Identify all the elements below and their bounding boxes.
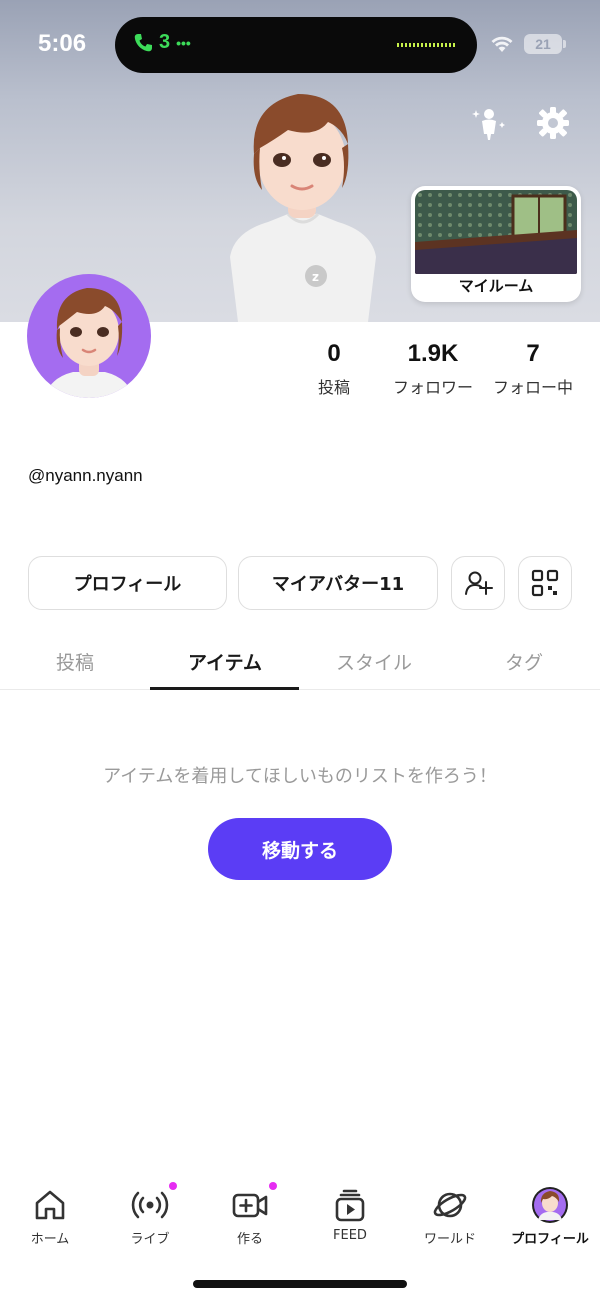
dynamic-island[interactable]: 3 ••• bbox=[115, 17, 477, 73]
stat-followers[interactable]: 1.9K フォロワー bbox=[382, 340, 484, 398]
nav-world-label: ワールド bbox=[423, 1232, 476, 1247]
tab-style[interactable]: スタイル bbox=[299, 648, 449, 675]
create-notification-dot bbox=[269, 1182, 277, 1190]
create-video-icon bbox=[232, 1193, 268, 1218]
call-dots: ••• bbox=[176, 34, 191, 51]
nav-home-label: ホーム bbox=[30, 1232, 70, 1247]
nav-world[interactable]: ワールド bbox=[400, 1176, 500, 1247]
stat-followers-label: フォロワー bbox=[392, 378, 473, 397]
nav-profile-label: プロフィール bbox=[511, 1232, 589, 1247]
profile-button[interactable]: プロフィール bbox=[28, 556, 227, 610]
my-avatar-button[interactable]: マイアバター11 bbox=[238, 556, 438, 610]
profile-tabs: 投稿 アイテム スタイル タグ bbox=[0, 630, 600, 690]
qr-code-icon bbox=[531, 569, 559, 597]
gear-icon[interactable] bbox=[534, 104, 572, 142]
feed-icon bbox=[335, 1189, 365, 1222]
qr-code-button[interactable] bbox=[518, 556, 572, 610]
live-notification-dot bbox=[169, 1182, 177, 1190]
call-count: 3 bbox=[159, 31, 171, 53]
profile-avatar[interactable] bbox=[27, 274, 151, 398]
nav-home[interactable]: ホーム bbox=[0, 1176, 100, 1247]
add-friend-icon bbox=[465, 571, 493, 595]
my-room-label: マイルーム bbox=[458, 277, 534, 295]
nav-feed-label: FEED bbox=[333, 1228, 367, 1243]
tab-tags[interactable]: タグ bbox=[449, 648, 599, 675]
move-button[interactable]: 移動する bbox=[208, 818, 392, 880]
stat-following[interactable]: 7 フォロー中 bbox=[486, 340, 580, 398]
stat-following-value: 7 bbox=[526, 340, 540, 367]
call-indicator: 3 ••• bbox=[133, 31, 191, 54]
stat-posts-value: 0 bbox=[327, 340, 341, 367]
active-tab-indicator bbox=[150, 687, 299, 690]
username: @nyann.nyann bbox=[28, 466, 143, 485]
nav-feed[interactable]: FEED bbox=[300, 1176, 400, 1243]
battery-indicator: 21 bbox=[524, 34, 566, 54]
my-room-card[interactable]: マイルーム bbox=[411, 186, 581, 302]
nav-live-label: ライブ bbox=[130, 1232, 170, 1247]
audio-wave-icon bbox=[397, 43, 455, 47]
tab-posts[interactable]: 投稿 bbox=[0, 648, 150, 675]
profile-avatar-icon bbox=[532, 1187, 568, 1223]
wifi-icon bbox=[491, 36, 513, 52]
nav-create[interactable]: 作る bbox=[200, 1176, 300, 1247]
nav-create-label: 作る bbox=[236, 1232, 263, 1247]
phone-icon bbox=[134, 33, 152, 51]
stat-followers-value: 1.9K bbox=[407, 340, 459, 367]
bottom-navigation: ホーム ライブ 作る FEED ワールド プロフィール bbox=[0, 1176, 600, 1256]
nav-profile[interactable]: プロフィール bbox=[500, 1176, 600, 1247]
svg-text:z: z bbox=[312, 270, 319, 284]
stat-posts[interactable]: 0 投稿 bbox=[294, 340, 374, 398]
home-icon bbox=[35, 1190, 65, 1220]
empty-state-message: アイテムを着用してほしいものリストを作ろう！ bbox=[103, 766, 497, 787]
avatar-sparkle-icon[interactable] bbox=[470, 104, 508, 142]
stat-posts-label: 投稿 bbox=[317, 378, 350, 397]
live-icon bbox=[131, 1191, 169, 1219]
world-planet-icon bbox=[433, 1192, 467, 1218]
home-indicator[interactable] bbox=[193, 1280, 407, 1288]
status-time: 5:06 bbox=[38, 30, 87, 57]
nav-live[interactable]: ライブ bbox=[100, 1176, 200, 1247]
avatar-3d-figure[interactable]: z bbox=[208, 82, 398, 322]
stat-following-label: フォロー中 bbox=[492, 378, 573, 397]
status-right: 21 bbox=[490, 34, 566, 54]
add-friend-button[interactable] bbox=[451, 556, 505, 610]
tab-items[interactable]: アイテム bbox=[150, 648, 300, 675]
my-room-thumbnail bbox=[415, 190, 577, 274]
